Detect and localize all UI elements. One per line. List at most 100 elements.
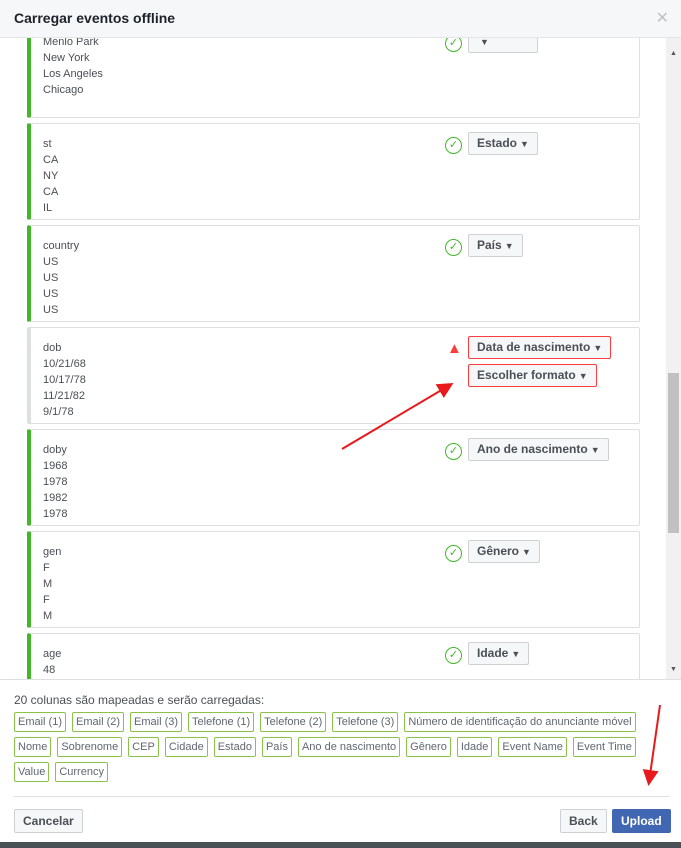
mapped-column-tag: Event Time [572,737,636,757]
scrollbar[interactable]: ▲ ▼ [666,38,681,679]
check-circle-icon: ✓ [445,443,462,460]
column-value: dob [43,342,62,354]
mapped-column-tag: Idade [456,737,493,757]
column-value: 38 [43,678,61,679]
column-value: CA [43,154,59,166]
column-card: gen F M F M ✓ Gênero ▼ [27,531,640,628]
column-value: st [43,138,52,150]
column-value: NY [43,170,59,182]
format-dropdown[interactable]: Escolher formato ▼ [468,364,597,387]
column-value: 10/21/68 [43,358,86,370]
column-values: gen F M F M [43,544,61,624]
mapping-label: País [477,238,502,252]
check-circle-icon: ✓ [445,647,462,664]
mapped-column-tag: Event Name [498,737,567,757]
column-card: age 48 38 ✓ Idade▼ [27,633,640,679]
mapping-dropdown[interactable]: ▼ [468,38,538,53]
mapping-dropdown[interactable]: Ano de nascimento ▼ [468,438,609,461]
mapped-column-tag: Gênero [406,737,451,757]
column-value: 1968 [43,460,68,472]
column-card: Menlo Park New York Los Angeles Chicago ✓ ▼ [27,38,640,118]
caret-down-icon: ▼ [480,38,489,47]
mapping-label: Ano de nascimento [477,442,588,456]
column-value: 11/21/82 [43,390,86,402]
column-value: Chicago [43,84,84,96]
caret-down-icon: ▼ [590,445,600,455]
column-value: 1978 [43,476,68,488]
caret-down-icon: ▼ [593,343,603,353]
caret-down-icon: ▼ [520,139,529,149]
check-circle-icon: ✓ [445,38,462,52]
mapping-label: Data de nascimento [477,340,591,354]
column-values: age 48 38 [43,646,61,679]
scrollbar-thumb[interactable] [668,373,679,533]
mapped-column-tag: Telefone (3) [332,712,399,732]
mapped-column-tag: Estado [213,737,256,757]
column-mapping-list[interactable]: age4838✓Idade▼genFMFM✓Gênero▼doby1968197… [0,38,681,680]
mapping-dropdown[interactable]: Gênero ▼ [468,540,540,563]
divider [14,796,670,797]
dialog-header: Carregar eventos offline ✕ [0,0,681,38]
mapped-column-tag: País [261,737,292,757]
column-card: doby 1968 1978 1982 1978 ✓ Ano de nascimento ▼ [27,429,640,526]
cancel-button[interactable]: Cancelar [14,809,83,833]
mapping-label: Estado [477,136,518,150]
mapped-column-tag: Currency [55,762,108,782]
warning-icon: ▲ [447,340,462,357]
caret-down-icon: ▼ [511,649,521,659]
column-values: doby 1968 1978 1982 1978 [43,442,67,522]
caret-down-icon: ▼ [504,241,514,251]
column-value: 10/17/78 [43,374,86,386]
back-button[interactable]: Back [560,809,607,833]
column-value: US [43,272,59,284]
caret-down-icon: ▼ [522,547,531,557]
column-value: M [43,610,53,622]
close-icon[interactable]: ✕ [656,8,669,28]
column-value: CA [43,186,59,198]
column-value: US [43,288,59,300]
upload-offline-events-dialog: Carregar eventos offline ✕ age 48 38 ✓ Idade… [0,0,681,842]
mapped-column-tag: Telefone (1) [188,712,255,732]
mapping-dropdown[interactable]: País ▼ [468,234,523,257]
mapped-column-tag: CEP [128,737,159,757]
caret-down-icon: ▼ [578,371,588,381]
upload-button[interactable]: Upload [612,809,671,833]
column-card: st CA NY CA IL ✓ Estado ▼ [27,123,640,220]
mapped-column-tag: Número de identificação do anunciante mó… [404,712,636,732]
mapped-column-tag: Sobrenome [57,737,123,757]
column-value: US [43,304,59,316]
column-value: M [43,578,53,590]
mapping-dropdown[interactable]: Estado ▼ [468,132,538,155]
column-value: Menlo Park [43,38,99,48]
dialog-title: Carregar eventos offline [14,10,176,26]
mapped-column-tag: Email (2) [72,712,125,732]
column-value: 1982 [43,492,68,504]
column-value: 1978 [43,508,68,520]
mapping-dropdown[interactable]: Data de nascimento ▼ [468,336,612,359]
column-card: country US US US US ✓ País ▼ [27,225,640,322]
column-value: F [43,594,50,606]
scroll-down-icon[interactable]: ▼ [670,666,677,673]
mapping-label: Idade [477,646,509,660]
column-values: country US US US US [43,238,79,318]
check-circle-icon: ✓ [445,239,462,256]
column-value: country [43,240,80,252]
column-value: gen [43,546,62,558]
column-values: Menlo Park New York Los Angeles Chicago [43,38,103,98]
scroll-up-icon[interactable]: ▲ [670,50,677,57]
mapped-summary: 20 colunas são mapeadas e serão carregad… [14,693,265,707]
mapped-column-tag: Email (3) [130,712,183,732]
format-label: Escolher formato [477,368,576,382]
mapped-tags: Email (1) Email (2) Email (3) Telefone (1) T… [14,712,664,782]
mapped-column-tag: Email (1) [14,712,67,732]
mapped-column-tag: Ano de nascimento [297,737,401,757]
mapped-column-tag: Value [14,762,50,782]
mapped-column-tag: Nome [14,737,52,757]
column-value: US [43,256,59,268]
column-card: dob 10/21/68 10/17/78 11/21/82 9/1/78 ▲ Data d… [27,327,640,424]
column-value: F [43,562,50,574]
mapping-dropdown[interactable]: Idade ▼ [468,642,530,665]
column-values: dob 10/21/68 10/17/78 11/21/82 9/1/78 [43,340,86,420]
mapped-column-tag: Telefone (2) [260,712,327,732]
check-circle-icon: ✓ [445,545,462,562]
